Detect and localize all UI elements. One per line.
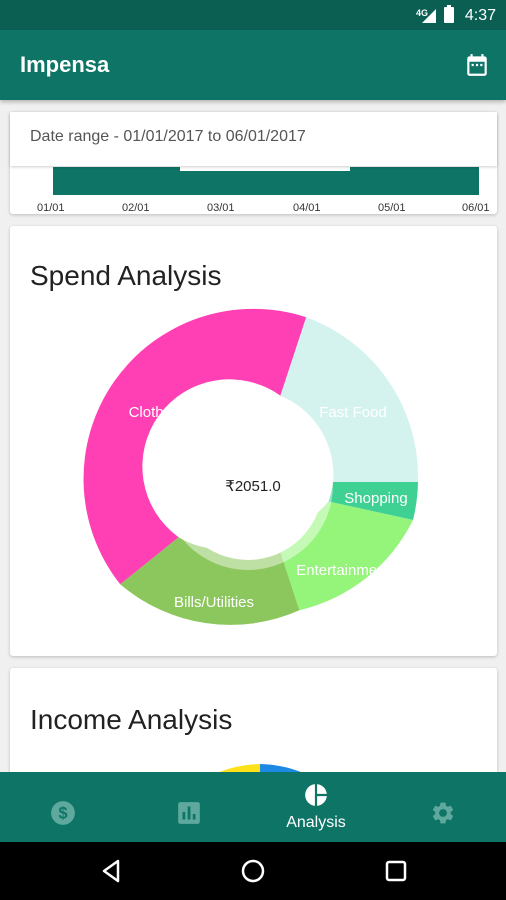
income-analysis-title: Income Analysis: [30, 704, 233, 735]
pie-chart-icon: [305, 784, 327, 806]
bar-chart-icon: [178, 802, 200, 824]
date-tick: 02/01: [122, 202, 150, 214]
spend-total: ₹2051.0: [225, 478, 280, 495]
income-donut-chart[interactable]: [200, 764, 320, 772]
date-range-card: Date range - 01/01/2017 to 06/01/2017 01…: [10, 112, 497, 214]
status-bar: 4G 4:37: [0, 0, 506, 30]
home-icon[interactable]: [238, 856, 268, 886]
nav-label-analysis: Analysis: [286, 814, 346, 831]
nav-item-bar-chart[interactable]: [126, 772, 252, 842]
label-fast-food: Fast Food: [319, 404, 387, 421]
spend-analysis-card: Spend Analysis ₹2051.0 Clothes Fast Food…: [10, 226, 497, 656]
signal-icon: [422, 9, 436, 23]
nav-item-analysis[interactable]: Analysis: [253, 772, 379, 842]
app-title: Impensa: [20, 52, 110, 77]
income-analysis-card: Income Analysis: [10, 668, 497, 772]
app-bar: Impensa: [0, 30, 506, 100]
nav-item-dollar[interactable]: $: [0, 772, 126, 842]
label-clothes: Clothes: [129, 404, 180, 421]
dollar-icon: $: [51, 801, 75, 825]
back-icon[interactable]: [96, 856, 126, 886]
system-navigation-bar: [0, 842, 506, 900]
svg-text:$: $: [58, 804, 67, 822]
date-tick: 01/01: [37, 202, 65, 214]
income-segment-yellow: [219, 764, 260, 772]
label-shopping: Shopping: [344, 490, 407, 507]
date-range-label[interactable]: Date range - 01/01/2017 to 06/01/2017: [10, 112, 497, 166]
date-tick: 06/01: [462, 202, 490, 214]
date-tick: 05/01: [378, 202, 406, 214]
bottom-navigation: $ Analysis: [0, 772, 506, 842]
status-time: 4:37: [464, 7, 496, 24]
date-tick: 04/01: [293, 202, 321, 214]
label-entertainment: Entertainment: [296, 562, 390, 579]
gear-icon: [432, 802, 454, 824]
spend-donut-chart[interactable]: ₹2051.0 Clothes Fast Food Shopping Enter…: [10, 226, 497, 656]
recents-icon[interactable]: [381, 856, 411, 886]
income-segment-blue: [260, 764, 301, 772]
content-scroll[interactable]: Date range - 01/01/2017 to 06/01/2017 01…: [0, 100, 506, 772]
label-bills-utilities: Bills/Utilities: [174, 594, 254, 611]
battery-icon: [444, 5, 454, 23]
calendar-icon[interactable]: [464, 52, 490, 78]
nav-item-settings[interactable]: [380, 772, 506, 842]
date-range-bar: [53, 167, 479, 195]
date-range-bar-highlight: [180, 167, 350, 171]
date-tick: 03/01: [207, 202, 235, 214]
